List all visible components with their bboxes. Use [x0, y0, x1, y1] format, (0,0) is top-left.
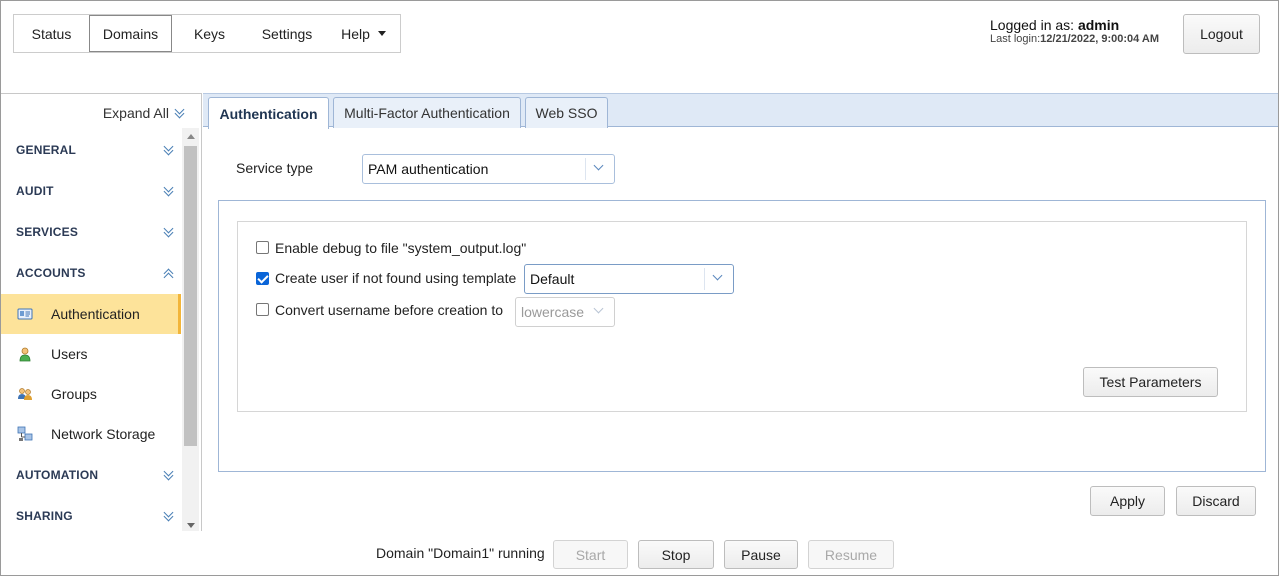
logged-in-user: admin — [1077, 17, 1120, 33]
logout-button[interactable]: Logout — [1183, 14, 1260, 54]
sidebar-item-label: Authentication — [51, 306, 140, 322]
scrollbar-thumb[interactable] — [184, 146, 197, 446]
section-general-label: GENERAL — [16, 143, 77, 157]
convert-checkbox[interactable] — [256, 303, 269, 316]
section-audit[interactable]: AUDIT — [1, 181, 182, 201]
tab-authentication[interactable]: Authentication — [208, 97, 329, 129]
discard-button[interactable]: Discard — [1176, 486, 1256, 516]
expand-all-label: Expand All — [102, 105, 169, 121]
section-services-label: SERVICES — [16, 225, 79, 239]
select-divider — [585, 158, 586, 180]
debug-checkbox[interactable] — [256, 241, 269, 254]
section-accounts[interactable]: ACCOUNTS — [1, 263, 182, 283]
create-user-checkbox[interactable] — [256, 272, 269, 285]
service-type-value: PAM authentication — [368, 161, 489, 177]
stop-label: Stop — [661, 546, 691, 563]
convert-case-value: lowercase — [521, 304, 585, 320]
section-sharing-label: SHARING — [16, 509, 73, 523]
section-automation-label: AUTOMATION — [16, 468, 99, 482]
sidebar-item-users[interactable]: Users — [1, 334, 181, 374]
nav-status-label: Status — [31, 25, 72, 42]
section-accounts-label: ACCOUNTS — [16, 266, 86, 280]
debug-label: Enable debug to file "system_output.log" — [275, 240, 527, 256]
scroll-down-icon[interactable] — [187, 523, 195, 528]
expand-all-button[interactable]: Expand All — [103, 105, 185, 121]
nav-settings-label: Settings — [261, 25, 313, 42]
chevron-down-icon — [594, 162, 604, 172]
sidebar-item-authentication[interactable]: Authentication — [1, 294, 181, 334]
test-parameters-label: Test Parameters — [1099, 374, 1202, 390]
double-chevron-up-icon — [164, 268, 174, 278]
start-button[interactable]: Start — [553, 540, 628, 569]
sidebar-item-label: Users — [51, 346, 88, 362]
sidebar-item-label: Groups — [51, 386, 97, 402]
section-automation[interactable]: AUTOMATION — [1, 465, 182, 485]
nav-keys-label: Keys — [193, 25, 226, 42]
chevron-down-icon — [594, 305, 604, 315]
section-sharing[interactable]: SHARING — [1, 506, 182, 526]
tab-mfa-label: Multi-Factor Authentication — [344, 105, 510, 121]
last-login-value: 12/21/2022, 9:00:04 AM — [1040, 33, 1159, 45]
chevron-down-icon — [713, 272, 723, 282]
nav-domains[interactable]: Domains — [89, 15, 172, 52]
template-value: Default — [530, 271, 575, 287]
resume-label: Resume — [824, 546, 878, 563]
double-chevron-down-icon — [164, 145, 174, 155]
pause-button[interactable]: Pause — [724, 540, 798, 569]
logged-in-prefix: Logged in as: — [990, 17, 1075, 33]
nav-domains-label: Domains — [102, 25, 159, 42]
section-general[interactable]: GENERAL — [1, 140, 182, 160]
logout-label: Logout — [1200, 26, 1243, 42]
pause-label: Pause — [741, 546, 781, 563]
discard-label: Discard — [1192, 493, 1240, 509]
user-icon — [17, 346, 33, 362]
sidebar-scrollbar[interactable] — [182, 128, 199, 531]
top-nav: Status Domains Keys Settings Help — [13, 14, 401, 53]
section-services[interactable]: SERVICES — [1, 222, 182, 242]
login-info: Logged in as: admin Last login:12/21/202… — [990, 18, 1159, 46]
nav-help[interactable]: Help — [327, 15, 400, 52]
group-icon — [17, 386, 33, 402]
section-audit-label: AUDIT — [16, 184, 54, 198]
double-chevron-down-icon — [164, 227, 174, 237]
scroll-up-icon[interactable] — [187, 134, 195, 139]
id-card-icon — [17, 306, 33, 322]
convert-label: Convert username before creation to — [275, 302, 504, 318]
double-chevron-down-icon — [164, 470, 174, 480]
double-chevron-down-icon — [164, 186, 174, 196]
sidebar-item-groups[interactable]: Groups — [1, 374, 181, 414]
domain-status-text: Domain "Domain1" running — [376, 545, 545, 561]
tab-web-sso-label: Web SSO — [535, 105, 598, 121]
select-divider — [704, 268, 705, 290]
service-type-select[interactable]: PAM authentication — [362, 154, 615, 184]
nav-settings[interactable]: Settings — [247, 15, 327, 52]
convert-case-select: lowercase — [515, 297, 615, 327]
stop-button[interactable]: Stop — [638, 540, 714, 569]
sidebar-item-label: Network Storage — [51, 426, 156, 442]
create-user-label: Create user if not found using template — [275, 270, 517, 286]
apply-label: Apply — [1109, 493, 1146, 509]
service-type-label: Service type — [236, 160, 314, 176]
caret-down-icon — [377, 31, 386, 36]
tab-web-sso[interactable]: Web SSO — [525, 97, 608, 128]
nav-status[interactable]: Status — [14, 15, 89, 52]
last-login-prefix: Last login: — [990, 33, 1041, 45]
nav-keys[interactable]: Keys — [172, 15, 247, 52]
apply-button[interactable]: Apply — [1090, 486, 1165, 516]
sidebar: Expand All GENERAL AUDIT SERVICES ACCOUN… — [1, 93, 202, 531]
tab-multi-factor-authentication[interactable]: Multi-Factor Authentication — [333, 97, 521, 128]
double-chevron-down-icon — [164, 511, 174, 521]
start-label: Start — [575, 546, 606, 563]
sidebar-item-network-storage[interactable]: Network Storage — [1, 414, 181, 454]
resume-button[interactable]: Resume — [808, 540, 894, 569]
template-select[interactable]: Default — [524, 264, 734, 294]
double-chevron-down-icon — [175, 108, 185, 118]
test-parameters-button[interactable]: Test Parameters — [1083, 367, 1218, 397]
nav-help-label: Help — [341, 25, 370, 42]
tab-authentication-label: Authentication — [219, 105, 318, 122]
network-storage-icon — [17, 426, 33, 442]
tab-bar: Authentication Multi-Factor Authenticati… — [203, 93, 1278, 129]
